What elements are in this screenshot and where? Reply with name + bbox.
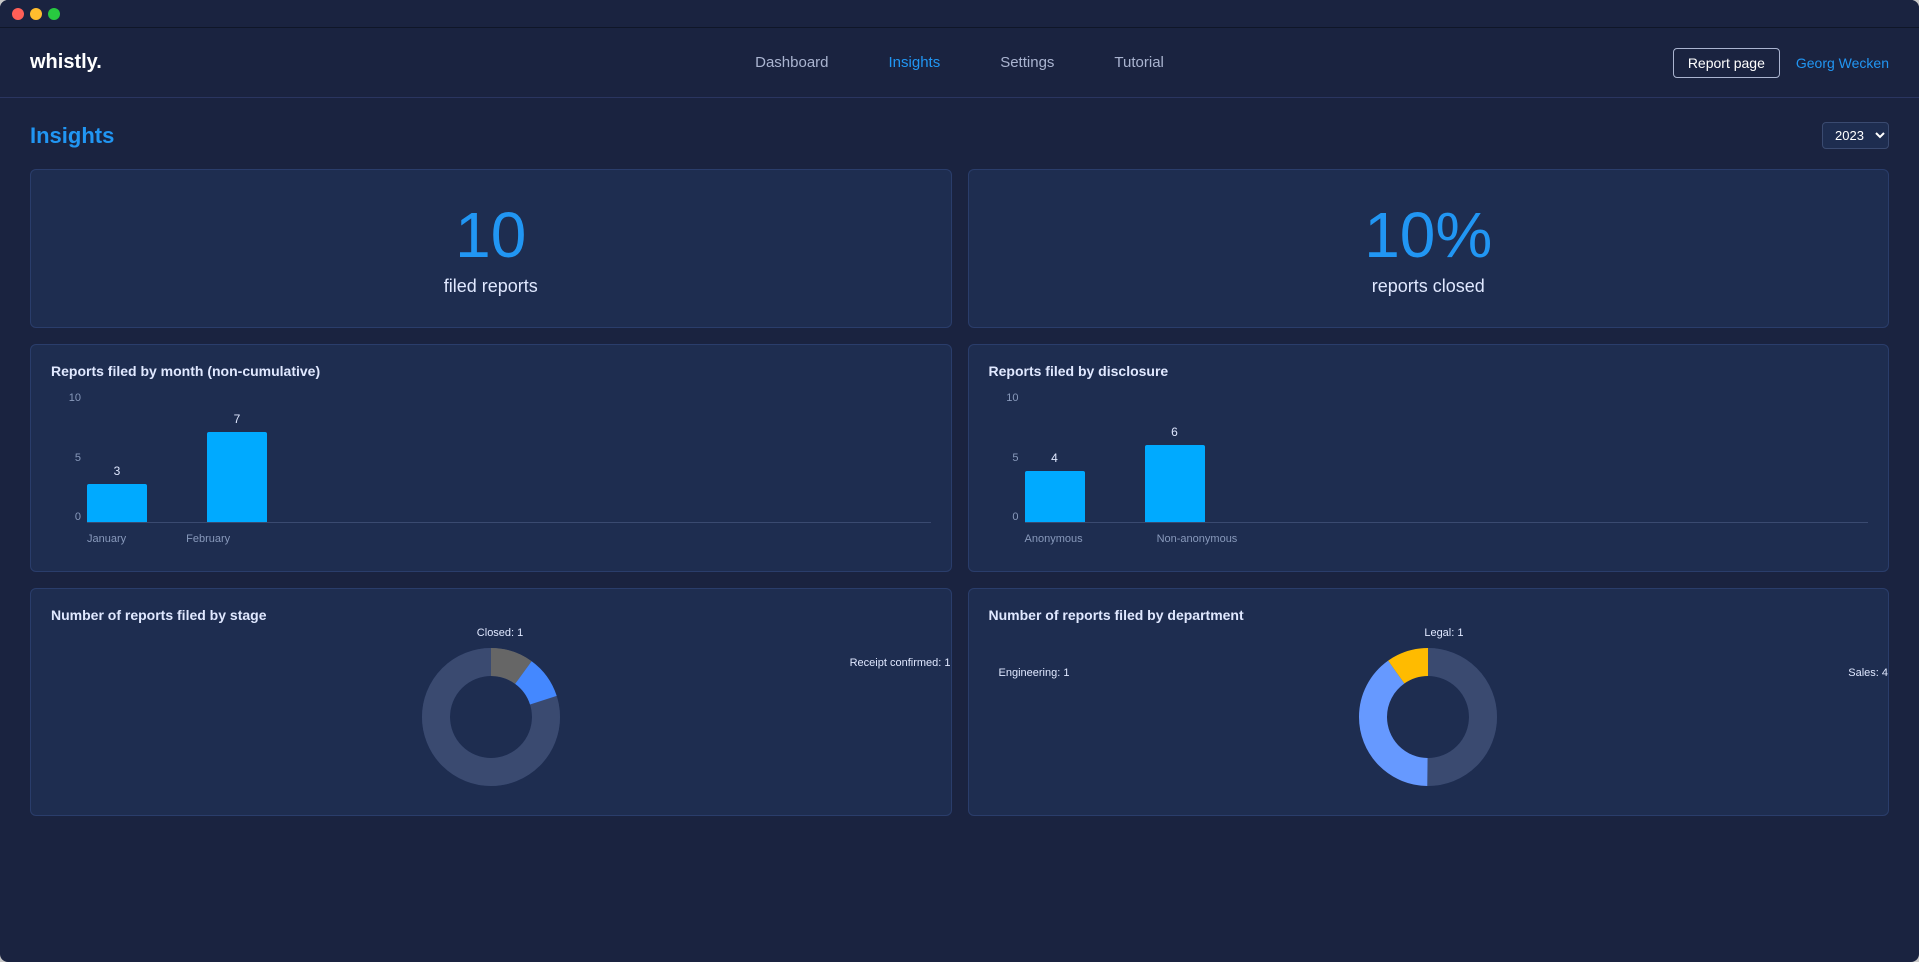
report-page-button[interactable]: Report page xyxy=(1673,48,1780,78)
department-donut-svg xyxy=(1348,637,1508,797)
nav-right: Report page Georg Wecken xyxy=(1673,48,1889,78)
stage-donut-svg xyxy=(411,637,571,797)
disclosure-bar-chart: 10 5 0 4 6 xyxy=(989,393,1869,553)
monthly-chart-title: Reports filed by month (non-cumulative) xyxy=(51,363,931,379)
stage-legend-receipt: Receipt confirmed: 1 xyxy=(850,657,951,669)
dept-legend-legal: Legal: 1 xyxy=(1424,627,1463,639)
stage-chart-title: Number of reports filed by stage xyxy=(51,607,931,623)
dept-legend-sales: Sales: 4 xyxy=(1848,667,1888,679)
nav-dashboard[interactable]: Dashboard xyxy=(755,54,828,71)
x-axis-disclosure: Anonymous Non-anonymous xyxy=(989,527,1869,545)
disclosure-chart-card: Reports filed by disclosure 10 5 0 4 xyxy=(968,344,1890,572)
donut-charts: Number of reports filed by stage xyxy=(30,588,1889,816)
bar-anon-rect xyxy=(1025,471,1085,523)
filed-reports-number: 10 xyxy=(61,200,921,270)
page-header: Insights 2023 2022 2021 xyxy=(30,122,1889,149)
logo: whistly. xyxy=(30,51,102,74)
reports-closed-number: 10% xyxy=(999,200,1859,270)
reports-closed-card: 10% reports closed xyxy=(968,169,1890,328)
bar-nonanon-rect xyxy=(1145,445,1205,523)
reports-closed-label: reports closed xyxy=(999,276,1859,297)
department-donut-container: Legal: 1 Engineering: 1 Sales: 4 xyxy=(989,637,1869,797)
user-name[interactable]: Georg Wecken xyxy=(1796,55,1889,71)
filed-reports-label: filed reports xyxy=(61,276,921,297)
bar-february: 7 xyxy=(207,412,267,523)
stage-chart-card: Number of reports filed by stage xyxy=(30,588,952,816)
page-title: Insights xyxy=(30,123,114,149)
stage-donut-container: Closed: 1 Receipt confirmed: 1 xyxy=(51,637,931,797)
nav-insights[interactable]: Insights xyxy=(889,54,941,71)
dept-legend-engineering: Engineering: 1 xyxy=(999,667,1070,679)
nav-tutorial[interactable]: Tutorial xyxy=(1114,54,1163,71)
close-btn[interactable] xyxy=(12,8,24,20)
y-axis-monthly: 10 5 0 xyxy=(51,393,81,523)
bar-january: 3 xyxy=(87,464,147,523)
bar-charts: Reports filed by month (non-cumulative) … xyxy=(30,344,1889,572)
nav-links: Dashboard Insights Settings Tutorial xyxy=(755,54,1164,71)
department-chart-card: Number of reports filed by department xyxy=(968,588,1890,816)
bar-anonymous: 4 xyxy=(1025,451,1085,523)
stage-legend-closed: Closed: 1 xyxy=(477,627,523,639)
disclosure-chart-title: Reports filed by disclosure xyxy=(989,363,1869,379)
app-window: whistly. Dashboard Insights Settings Tut… xyxy=(0,0,1919,962)
monthly-chart-card: Reports filed by month (non-cumulative) … xyxy=(30,344,952,572)
main-content: Insights 2023 2022 2021 10 filed reports… xyxy=(0,98,1919,840)
year-selector[interactable]: 2023 2022 2021 xyxy=(1822,122,1889,149)
titlebar xyxy=(0,0,1919,28)
stat-cards: 10 filed reports 10% reports closed xyxy=(30,169,1889,328)
monthly-bar-chart: 10 5 0 3 7 xyxy=(51,393,931,553)
y-axis-disclosure: 10 5 0 xyxy=(989,393,1019,523)
bar-feb-rect xyxy=(207,432,267,523)
navbar: whistly. Dashboard Insights Settings Tut… xyxy=(0,28,1919,98)
nav-settings[interactable]: Settings xyxy=(1000,54,1054,71)
bar-non-anonymous: 6 xyxy=(1145,425,1205,523)
bar-jan-rect xyxy=(87,484,147,523)
maximize-btn[interactable] xyxy=(48,8,60,20)
minimize-btn[interactable] xyxy=(30,8,42,20)
x-axis-monthly: January February xyxy=(51,527,931,545)
filed-reports-card: 10 filed reports xyxy=(30,169,952,328)
department-chart-title: Number of reports filed by department xyxy=(989,607,1869,623)
